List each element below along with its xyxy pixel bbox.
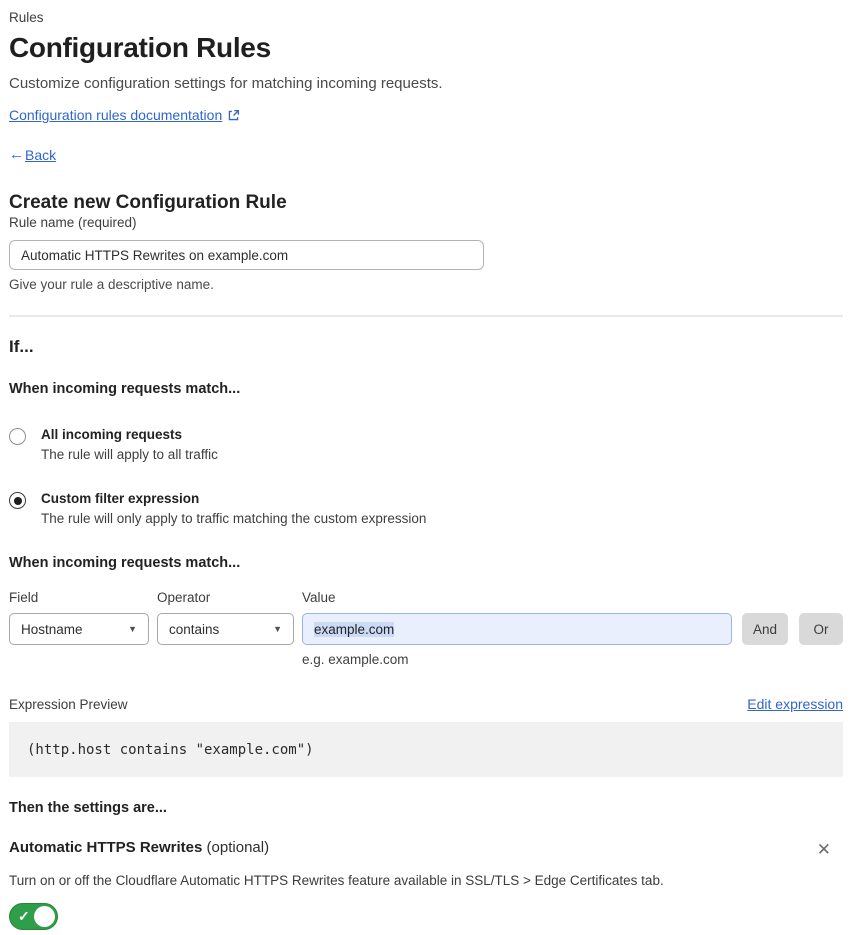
value-column-label: Value [302, 590, 336, 605]
setting-name: Automatic HTTPS Rewrites [9, 839, 203, 856]
if-heading: If... [9, 337, 34, 356]
setting-header: Automatic HTTPS Rewrites (optional) ✕ [9, 839, 843, 860]
expression-builder-row: Hostname ▼ contains ▼ example.com And Or [9, 613, 843, 645]
expression-preview-code: (http.host contains "example.com") [9, 722, 843, 777]
expression-preview-header: Expression Preview Edit expression [9, 696, 843, 712]
radio-all-label: All incoming requests [41, 427, 183, 442]
operator-select-value: contains [169, 621, 220, 637]
rule-name-label: Rule name (required) [9, 215, 137, 230]
back-link[interactable]: Back [25, 147, 56, 163]
field-select[interactable]: Hostname ▼ [9, 613, 149, 645]
page-title: Configuration Rules [9, 32, 271, 63]
and-button[interactable]: And [742, 613, 788, 645]
value-example-help: e.g. example.com [302, 652, 409, 667]
radio-selected-icon[interactable] [9, 492, 26, 509]
back-arrow-icon: ← [9, 146, 24, 163]
external-link-icon [227, 109, 240, 122]
radio-custom-filter-expression[interactable]: Custom filter expression The rule will o… [9, 491, 843, 526]
then-settings-heading: Then the settings are... [9, 800, 167, 816]
chevron-down-icon: ▼ [273, 624, 282, 634]
close-icon[interactable]: ✕ [811, 839, 837, 860]
value-input-text: example.com [314, 621, 395, 637]
edit-expression-link[interactable]: Edit expression [747, 696, 843, 712]
field-select-value: Hostname [21, 621, 83, 637]
create-rule-heading: Create new Configuration Rule [9, 192, 287, 213]
value-input[interactable]: example.com [302, 613, 732, 645]
page-subtitle: Customize configuration settings for mat… [9, 75, 443, 92]
operator-column-label: Operator [157, 590, 211, 605]
rule-name-input[interactable] [9, 240, 484, 270]
field-column-label: Field [9, 590, 39, 605]
radio-all-description: The rule will apply to all traffic [41, 447, 218, 462]
match-type-label: When incoming requests match... [9, 381, 241, 397]
operator-select[interactable]: contains ▼ [157, 613, 294, 645]
check-icon: ✓ [18, 908, 30, 924]
radio-custom-description: The rule will only apply to traffic matc… [41, 511, 427, 526]
or-button[interactable]: Or [799, 613, 843, 645]
radio-all-incoming-requests[interactable]: All incoming requests The rule will appl… [9, 427, 843, 462]
builder-label: When incoming requests match... [9, 555, 241, 571]
section-divider [9, 315, 843, 317]
rule-name-help: Give your rule a descriptive name. [9, 277, 214, 292]
match-type-radio-group: All incoming requests The rule will appl… [9, 427, 843, 526]
toggle-knob [34, 906, 55, 927]
builder-column-labels: Field Operator Value [9, 590, 843, 605]
documentation-link[interactable]: Configuration rules documentation [9, 107, 222, 123]
radio-unselected-icon[interactable] [9, 428, 26, 445]
documentation-link-row: Configuration rules documentation [9, 107, 843, 123]
radio-custom-label: Custom filter expression [41, 491, 200, 506]
configuration-rules-page: Rules Configuration Rules Customize conf… [0, 0, 852, 935]
expression-preview-label: Expression Preview [9, 696, 128, 712]
breadcrumb: Rules [9, 10, 44, 25]
back-link-row: ← Back [9, 146, 843, 163]
setting-optional-suffix: (optional) [202, 839, 270, 856]
chevron-down-icon: ▼ [128, 624, 137, 634]
setting-toggle-on[interactable]: ✓ [9, 903, 58, 930]
setting-description: Turn on or off the Cloudflare Automatic … [9, 873, 664, 888]
